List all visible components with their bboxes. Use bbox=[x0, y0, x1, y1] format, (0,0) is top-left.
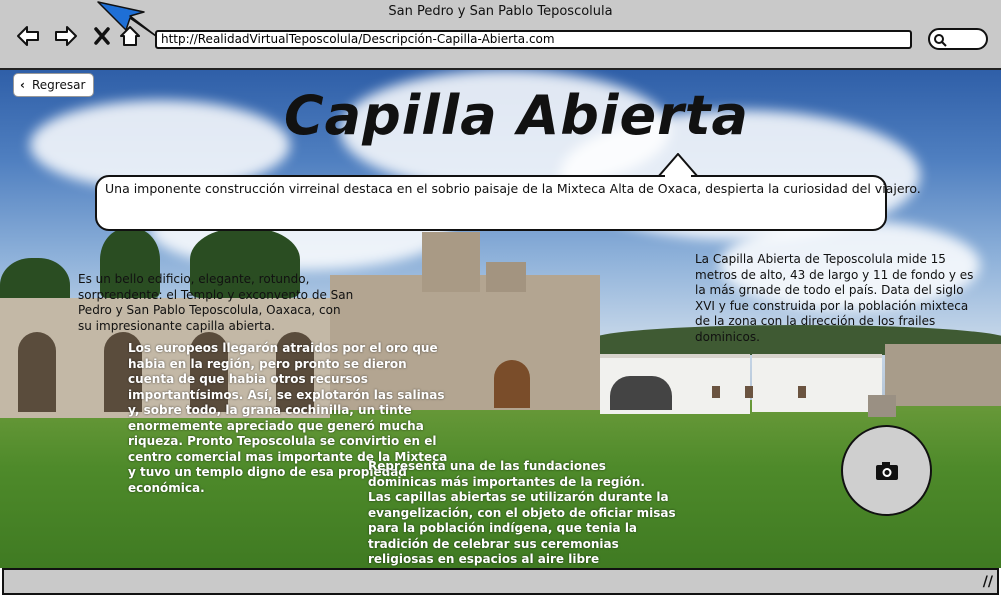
callout-tail-joint bbox=[665, 174, 691, 178]
camera-button[interactable] bbox=[841, 425, 932, 516]
page-title: Capilla Abierta bbox=[284, 84, 749, 147]
window bbox=[712, 386, 720, 398]
white-building bbox=[752, 354, 882, 412]
dominicans-paragraph: Representa una de las fundaciones domini… bbox=[368, 459, 676, 566]
search-icon[interactable] bbox=[933, 33, 947, 47]
arch bbox=[610, 376, 672, 410]
bell-tower bbox=[422, 232, 480, 292]
pointer-cursor-icon bbox=[97, 1, 157, 37]
ruins bbox=[885, 344, 1001, 406]
intro-callout: Una imponente construcción virreinal des… bbox=[95, 175, 921, 231]
dimensions-paragraph: La Capilla Abierta de Teposcolula mide 1… bbox=[695, 252, 974, 344]
back-button[interactable]: ‹ Regresar bbox=[13, 73, 94, 97]
chevron-left-icon: ‹ bbox=[20, 78, 25, 92]
browser-chrome: San Pedro y San Pablo Teposcolula http:/… bbox=[0, 0, 1001, 70]
church-door bbox=[494, 360, 530, 408]
arrow-left-icon[interactable] bbox=[16, 24, 40, 48]
search-field[interactable] bbox=[928, 28, 988, 50]
arch bbox=[18, 332, 56, 412]
atrial-cross bbox=[868, 395, 896, 417]
window bbox=[745, 386, 753, 398]
back-button-label: Regresar bbox=[32, 78, 86, 92]
intro-paragraph: Es un bello edificio, elegante, rotundo,… bbox=[78, 272, 354, 333]
window bbox=[798, 386, 806, 398]
camera-icon bbox=[876, 462, 898, 480]
resize-grip-icon[interactable]: // bbox=[983, 574, 993, 590]
status-bar: // bbox=[2, 568, 999, 595]
arrow-right-icon[interactable] bbox=[54, 24, 78, 48]
gable bbox=[486, 262, 526, 292]
address-bar[interactable]: http://RealidadVirtualTeposcolula/Descri… bbox=[155, 30, 912, 49]
